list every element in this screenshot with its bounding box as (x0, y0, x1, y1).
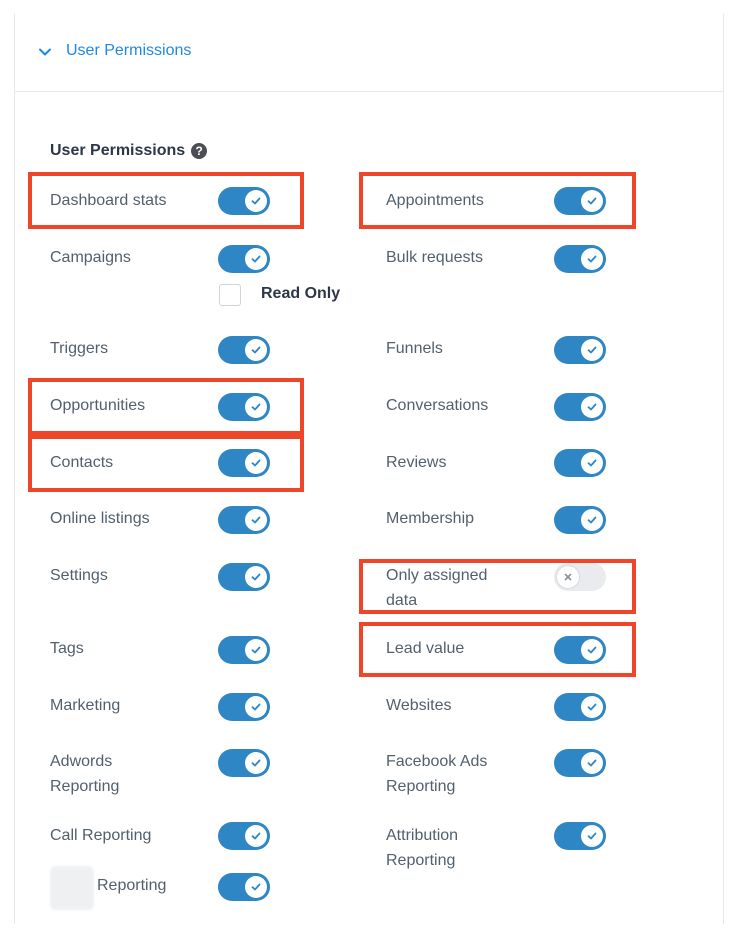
check-icon (581, 509, 603, 531)
read-only-label: Read Only (261, 285, 341, 302)
toggle-lead-value[interactable] (554, 636, 606, 664)
perm-label: Membership (386, 510, 475, 527)
check-icon (581, 639, 603, 661)
perm-label: Websites (386, 697, 452, 714)
section-title-text: User Permissions (50, 142, 186, 159)
toggle-settings[interactable] (218, 563, 270, 591)
perm-label: Contacts (50, 454, 114, 471)
perm-label: Lead value (386, 640, 465, 657)
toggle-only-assigned-data[interactable] (554, 563, 606, 591)
accordion-title: User Permissions (66, 42, 192, 59)
perm-label: Online listings (50, 510, 150, 527)
check-icon (245, 452, 267, 474)
toggle-opportunities[interactable] (218, 393, 270, 421)
check-icon (581, 248, 603, 270)
perm-label: Reporting (97, 877, 167, 894)
section-title: User Permissions ? (50, 142, 208, 160)
toggle-marketing[interactable] (218, 693, 270, 721)
toggle-online-listings[interactable] (218, 506, 270, 534)
perm-label: Adwords Reporting (50, 753, 120, 795)
perm-label: Dashboard stats (50, 192, 167, 209)
toggle-funnels[interactable] (554, 336, 606, 364)
check-icon (581, 396, 603, 418)
toggle-attribution-reporting[interactable] (554, 822, 606, 850)
toggle-triggers[interactable] (218, 336, 270, 364)
check-icon (581, 190, 603, 212)
toggle-call-reporting[interactable] (218, 822, 270, 850)
help-icon[interactable]: ? (191, 143, 208, 159)
blurred-logo (50, 866, 94, 910)
check-icon (581, 696, 603, 718)
perm-label: Tags (50, 640, 84, 657)
perm-label: Conversations (386, 397, 489, 414)
toggle-bulk-requests[interactable] (554, 245, 606, 273)
perm-label: Marketing (50, 697, 121, 714)
perm-label: Funnels (386, 340, 443, 357)
toggle-conversations[interactable] (554, 393, 606, 421)
perm-label: Campaigns (50, 249, 131, 266)
check-icon (245, 339, 267, 361)
toggle-websites[interactable] (554, 693, 606, 721)
perm-label: Reviews (386, 454, 447, 471)
toggle-campaigns[interactable] (218, 245, 270, 273)
chevron-down-icon (39, 48, 51, 56)
perm-label: Facebook Ads Reporting (386, 753, 488, 795)
read-only-checkbox[interactable] (219, 284, 241, 306)
check-icon (581, 752, 603, 774)
check-icon (245, 248, 267, 270)
x-icon (557, 566, 579, 588)
toggle-facebook-ads-reporting[interactable] (554, 749, 606, 777)
check-icon (245, 190, 267, 212)
check-icon (581, 339, 603, 361)
perm-label: Settings (50, 567, 108, 584)
toggle-adwords-reporting[interactable] (218, 749, 270, 777)
perm-label: Appointments (386, 192, 484, 209)
perm-label: Only assigned data (386, 567, 488, 609)
check-icon (245, 396, 267, 418)
perm-label: Bulk requests (386, 249, 483, 266)
perm-label: Attribution Reporting (386, 827, 459, 869)
check-icon (245, 509, 267, 531)
perm-label: Triggers (50, 340, 109, 357)
perm-label: Opportunities (50, 397, 146, 414)
toggle-appointments[interactable] (554, 187, 606, 215)
toggle-reporting[interactable] (218, 873, 270, 901)
toggle-dashboard-stats[interactable] (218, 187, 270, 215)
toggle-reviews[interactable] (554, 449, 606, 477)
permissions-accordion-header[interactable]: User Permissions (15, 14, 723, 92)
check-icon (245, 876, 267, 898)
check-icon (581, 825, 603, 847)
check-icon (245, 696, 267, 718)
perm-label: Call Reporting (50, 827, 152, 844)
toggle-contacts[interactable] (218, 449, 270, 477)
check-icon (581, 452, 603, 474)
check-icon (245, 752, 267, 774)
check-icon (245, 566, 267, 588)
toggle-tags[interactable] (218, 636, 270, 664)
toggle-membership[interactable] (554, 506, 606, 534)
check-icon (245, 825, 267, 847)
check-icon (245, 639, 267, 661)
